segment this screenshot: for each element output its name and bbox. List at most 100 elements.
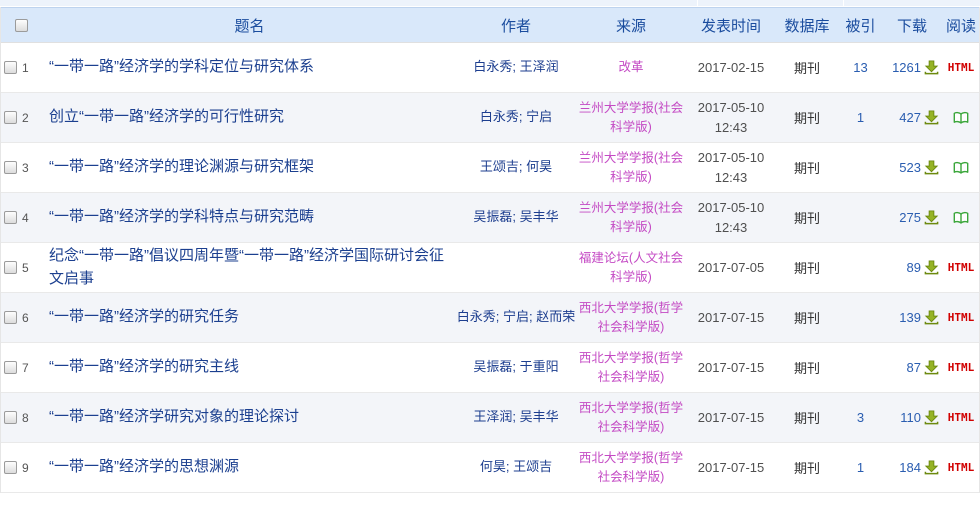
row-authors[interactable]: 吴振磊; 吴丰华 xyxy=(473,209,558,224)
row-read-html[interactable]: HTML xyxy=(948,411,975,424)
row-authors[interactable]: 王颂吉; 何昊 xyxy=(480,159,552,174)
row-checkbox[interactable] xyxy=(4,161,17,174)
row-title-link[interactable]: “一带一路”经济学的思想渊源 xyxy=(49,458,239,475)
row-downloads-link[interactable]: 1261 xyxy=(892,60,921,75)
row-downloads-link[interactable]: 184 xyxy=(899,460,921,475)
row-date-cell: 2017-07-15 xyxy=(686,458,776,478)
row-downloads-link[interactable]: 139 xyxy=(899,310,921,325)
row-checkbox[interactable] xyxy=(4,261,17,274)
row-title-cell: “一带一路”经济学研究对象的理论探讨 xyxy=(41,406,456,429)
row-downloads-link[interactable]: 275 xyxy=(899,210,921,225)
table-row: 4 “一带一路”经济学的学科特点与研究范畴 吴振磊; 吴丰华 兰州大学学报(社会… xyxy=(1,193,979,243)
row-source-link[interactable]: 兰州大学学报(社会科学版) xyxy=(576,199,686,235)
row-authors[interactable]: 白永秀; 宁启; 赵而荣 xyxy=(457,309,575,324)
row-checkbox[interactable] xyxy=(4,311,17,324)
row-read-html[interactable]: HTML xyxy=(948,311,975,324)
row-downloads-link[interactable]: 110 xyxy=(900,410,921,425)
row-select-cell: 3 xyxy=(1,161,41,175)
open-book-icon[interactable] xyxy=(953,161,969,175)
row-database-cell: 期刊 xyxy=(776,108,838,128)
open-book-icon[interactable] xyxy=(953,211,969,225)
row-database-cell: 期刊 xyxy=(776,208,838,228)
download-icon[interactable] xyxy=(924,160,939,175)
row-source-link[interactable]: 西北大学学报(哲学社会科学版) xyxy=(576,349,686,385)
row-index: 8 xyxy=(22,411,29,425)
row-authors[interactable]: 吴振磊; 于重阳 xyxy=(473,359,558,374)
top-strip xyxy=(0,0,980,7)
row-date-cell: 2017-05-10 12:43 xyxy=(686,148,776,187)
download-icon[interactable] xyxy=(924,310,939,325)
row-checkbox[interactable] xyxy=(4,361,17,374)
row-checkbox[interactable] xyxy=(4,211,17,224)
row-source-link[interactable]: 西北大学学报(哲学社会科学版) xyxy=(576,299,686,335)
row-read-html[interactable]: HTML xyxy=(948,261,975,274)
row-read-html[interactable]: HTML xyxy=(948,61,975,74)
row-read-cell xyxy=(941,161,980,175)
row-source-link[interactable]: 改革 xyxy=(618,58,643,76)
row-cited-link[interactable]: 3 xyxy=(857,410,864,425)
row-date-cell: 2017-07-15 xyxy=(686,358,776,378)
row-title-link[interactable]: “一带一路”经济学的研究主线 xyxy=(49,358,239,375)
row-read-html[interactable]: HTML xyxy=(948,461,975,474)
row-authors[interactable]: 王泽润; 吴丰华 xyxy=(473,409,558,424)
column-header-download[interactable]: 下载 xyxy=(883,15,941,36)
row-title-link[interactable]: “一带一路”经济学的理论渊源与研究框架 xyxy=(49,158,314,175)
download-icon[interactable] xyxy=(924,60,939,75)
row-database-cell: 期刊 xyxy=(776,258,838,278)
row-title-link[interactable]: “一带一路”经济学的学科定位与研究体系 xyxy=(49,58,314,75)
row-cited-link[interactable]: 1 xyxy=(857,110,864,125)
row-download-cell: 427 xyxy=(883,110,941,125)
row-title-link[interactable]: 纪念“一带一路”倡议四周年暨“一带一路”经济学国际研讨会征文启事 xyxy=(49,247,444,287)
row-checkbox[interactable] xyxy=(4,461,17,474)
row-title-link[interactable]: “一带一路”经济学的研究任务 xyxy=(49,308,239,325)
row-checkbox[interactable] xyxy=(4,411,17,424)
column-header-title[interactable]: 题名 xyxy=(41,15,456,36)
row-database: 期刊 xyxy=(794,261,820,276)
column-header-database[interactable]: 数据库 xyxy=(776,15,838,36)
row-source-link[interactable]: 兰州大学学报(社会科学版) xyxy=(576,149,686,185)
row-source-link[interactable]: 西北大学学报(哲学社会科学版) xyxy=(576,399,686,435)
download-icon[interactable] xyxy=(924,110,939,125)
column-header-source[interactable]: 来源 xyxy=(576,15,686,36)
download-icon[interactable] xyxy=(924,460,939,475)
row-downloads-link[interactable]: 523 xyxy=(899,160,921,175)
row-title-link[interactable]: 创立“一带一路”经济学的可行性研究 xyxy=(49,108,284,125)
row-index: 9 xyxy=(22,461,29,475)
row-checkbox[interactable] xyxy=(4,111,17,124)
row-title-cell: “一带一路”经济学的研究主线 xyxy=(41,356,456,379)
row-date-cell: 2017-02-15 xyxy=(686,58,776,78)
download-icon[interactable] xyxy=(924,210,939,225)
select-all-checkbox[interactable] xyxy=(15,19,28,32)
column-header-read[interactable]: 阅读 xyxy=(941,15,980,36)
row-downloads-link[interactable]: 87 xyxy=(907,360,921,375)
row-database-cell: 期刊 xyxy=(776,408,838,428)
row-database: 期刊 xyxy=(794,361,820,376)
row-read-cell: HTML xyxy=(941,61,980,74)
row-downloads-link[interactable]: 427 xyxy=(899,110,921,125)
row-source-link[interactable]: 西北大学学报(哲学社会科学版) xyxy=(576,449,686,485)
row-cited-link[interactable]: 1 xyxy=(857,460,864,475)
download-icon[interactable] xyxy=(924,360,939,375)
row-authors[interactable]: 白永秀; 宁启 xyxy=(480,109,552,124)
row-date-cell: 2017-07-15 xyxy=(686,308,776,328)
download-icon[interactable] xyxy=(924,260,939,275)
row-index: 1 xyxy=(22,61,29,75)
row-source-link[interactable]: 兰州大学学报(社会科学版) xyxy=(576,99,686,135)
row-checkbox[interactable] xyxy=(4,61,17,74)
row-title-link[interactable]: “一带一路”经济学的学科特点与研究范畴 xyxy=(49,208,314,225)
column-header-author[interactable]: 作者 xyxy=(456,15,576,36)
row-cited-link[interactable]: 13 xyxy=(853,60,867,75)
row-source-cell: 改革 xyxy=(576,58,686,76)
column-header-cited[interactable]: 被引 xyxy=(838,15,883,36)
row-source-link[interactable]: 福建论坛(人文社会科学版) xyxy=(576,249,686,285)
row-read-cell: HTML xyxy=(941,261,980,274)
row-date: 2017-07-15 xyxy=(698,310,765,325)
row-authors[interactable]: 何昊; 王颂吉 xyxy=(480,459,552,474)
row-title-link[interactable]: “一带一路”经济学研究对象的理论探讨 xyxy=(49,408,299,425)
download-icon[interactable] xyxy=(924,410,939,425)
row-downloads-link[interactable]: 89 xyxy=(907,260,921,275)
row-read-html[interactable]: HTML xyxy=(948,361,975,374)
column-header-date[interactable]: 发表时间 xyxy=(686,15,776,36)
row-authors[interactable]: 白永秀; 王泽润 xyxy=(473,59,558,74)
open-book-icon[interactable] xyxy=(953,111,969,125)
